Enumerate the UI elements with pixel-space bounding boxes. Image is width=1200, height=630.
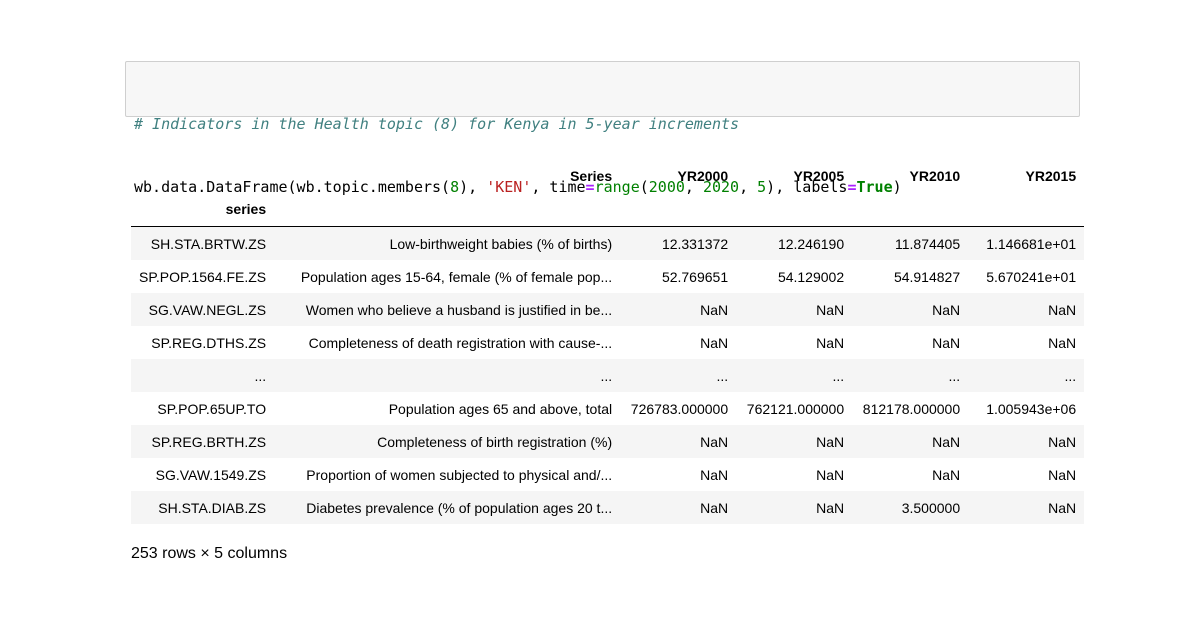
- row-index: SH.STA.BRTW.ZS: [150, 235, 267, 252]
- cell-value: ...: [716, 367, 729, 384]
- table-row: SP.POP.65UP.TO Population ages 65 and ab…: [131, 392, 1084, 425]
- cell-series: Completeness of birth registration (%): [377, 433, 613, 450]
- cell-value: NaN: [816, 466, 845, 483]
- column-header-yr2000: YR2000: [677, 167, 729, 184]
- cell-series: Women who believe a husband is justified…: [305, 301, 613, 318]
- row-index: SP.REG.DTHS.ZS: [151, 334, 267, 351]
- empty-header-cell: [274, 192, 621, 227]
- row-index: ...: [254, 367, 267, 384]
- code-comment: # Indicators in the Health topic (8) for…: [134, 115, 740, 133]
- row-index: SG.VAW.1549.ZS: [155, 466, 267, 483]
- cell-series: ...: [600, 367, 613, 384]
- empty-header-cell: [736, 192, 853, 227]
- row-index: SG.VAW.NEGL.ZS: [148, 301, 267, 318]
- cell-value: 1.146681e+01: [986, 235, 1077, 252]
- table-row: SP.REG.DTHS.ZS Completeness of death reg…: [131, 326, 1084, 359]
- column-header-yr2015: YR2015: [1025, 167, 1077, 184]
- cell-series: Diabetes prevalence (% of population age…: [306, 499, 613, 516]
- dataframe-shape-note: 253 rows × 5 columns: [131, 545, 288, 562]
- cell-value: 11.874405: [894, 235, 961, 252]
- row-index: SP.REG.BRTH.ZS: [151, 433, 267, 450]
- column-header-yr2010: YR2010: [909, 167, 961, 184]
- cell-series: Proportion of women subjected to physica…: [306, 466, 613, 483]
- cell-value: 812178.000000: [862, 400, 961, 417]
- cell-value: NaN: [700, 334, 729, 351]
- column-header-row: Series YR2000 YR2005 YR2010 YR2015: [131, 159, 1084, 192]
- cell-value: ...: [832, 367, 845, 384]
- cell-value: NaN: [932, 466, 961, 483]
- cell-value: 726783.000000: [630, 400, 729, 417]
- table-row: SP.POP.1564.FE.ZS Population ages 15-64,…: [131, 260, 1084, 293]
- cell-value: ...: [1064, 367, 1077, 384]
- cell-value: NaN: [1048, 301, 1077, 318]
- cell-value: NaN: [816, 433, 845, 450]
- cell-value: NaN: [1048, 334, 1077, 351]
- cell-value: 1.005943e+06: [986, 400, 1077, 417]
- cell-value: 54.914827: [893, 268, 961, 285]
- cell-value: 12.331372: [661, 235, 729, 252]
- cell-value: NaN: [1048, 466, 1077, 483]
- table-row: SG.VAW.NEGL.ZS Women who believe a husba…: [131, 293, 1085, 326]
- dataframe-table: Series YR2000 YR2005 YR2010 YR2015 serie…: [131, 159, 1085, 524]
- cell-value: NaN: [932, 433, 961, 450]
- cell-series: Population ages 15-64, female (% of fema…: [300, 268, 613, 285]
- cell-value: NaN: [1048, 433, 1077, 450]
- empty-header-cell: [620, 192, 737, 227]
- table-row: SG.VAW.1549.ZS Proportion of women subje…: [131, 458, 1084, 491]
- empty-header-cell: [852, 192, 969, 227]
- column-header-series: Series: [570, 167, 613, 184]
- cell-value: 3.500000: [901, 499, 961, 516]
- cell-value: NaN: [816, 301, 845, 318]
- index-header-blank: [131, 159, 274, 192]
- ellipsis-row: ... ... ... ... ... ...: [131, 359, 1085, 392]
- cell-value: ...: [948, 367, 961, 384]
- table-row: SH.STA.BRTW.ZS Low-birthweight babies (%…: [131, 226, 1085, 260]
- index-name: series: [131, 192, 275, 227]
- index-name-row: series: [131, 192, 1085, 227]
- column-header-yr2005: YR2005: [793, 167, 845, 184]
- cell-value: NaN: [1048, 499, 1077, 516]
- cell-value: 12.246190: [777, 235, 845, 252]
- row-index: SP.POP.1564.FE.ZS: [139, 268, 267, 285]
- code-cell-input[interactable]: # Indicators in the Health topic (8) for…: [125, 61, 1080, 196]
- cell-value: 52.769651: [661, 268, 729, 285]
- empty-header-cell: [968, 192, 1085, 227]
- cell-series: Completeness of death registration with …: [308, 334, 613, 351]
- table-row: SP.REG.BRTH.ZS Completeness of birth reg…: [131, 425, 1085, 458]
- cell-value: NaN: [700, 301, 729, 318]
- row-index: SP.POP.65UP.TO: [157, 400, 267, 417]
- cell-series: Population ages 65 and above, total: [388, 400, 613, 417]
- cell-value: NaN: [932, 334, 961, 351]
- cell-value: 762121.000000: [746, 400, 845, 417]
- cell-value: 5.670241e+01: [986, 268, 1077, 285]
- row-index: SH.STA.DIAB.ZS: [158, 499, 267, 516]
- table-header: Series YR2000 YR2005 YR2010 YR2015 serie…: [131, 159, 1085, 227]
- cell-series: Low-birthweight babies (% of births): [389, 235, 613, 252]
- cell-value: NaN: [700, 466, 729, 483]
- table-row: SH.STA.DIAB.ZS Diabetes prevalence (% of…: [131, 491, 1085, 524]
- cell-value: 54.129002: [777, 268, 845, 285]
- cell-value: NaN: [932, 301, 961, 318]
- cell-value: NaN: [816, 334, 845, 351]
- cell-value: NaN: [816, 499, 845, 516]
- cell-value: NaN: [700, 499, 729, 516]
- table-body: SH.STA.BRTW.ZS Low-birthweight babies (%…: [131, 226, 1085, 524]
- cell-value: NaN: [700, 433, 729, 450]
